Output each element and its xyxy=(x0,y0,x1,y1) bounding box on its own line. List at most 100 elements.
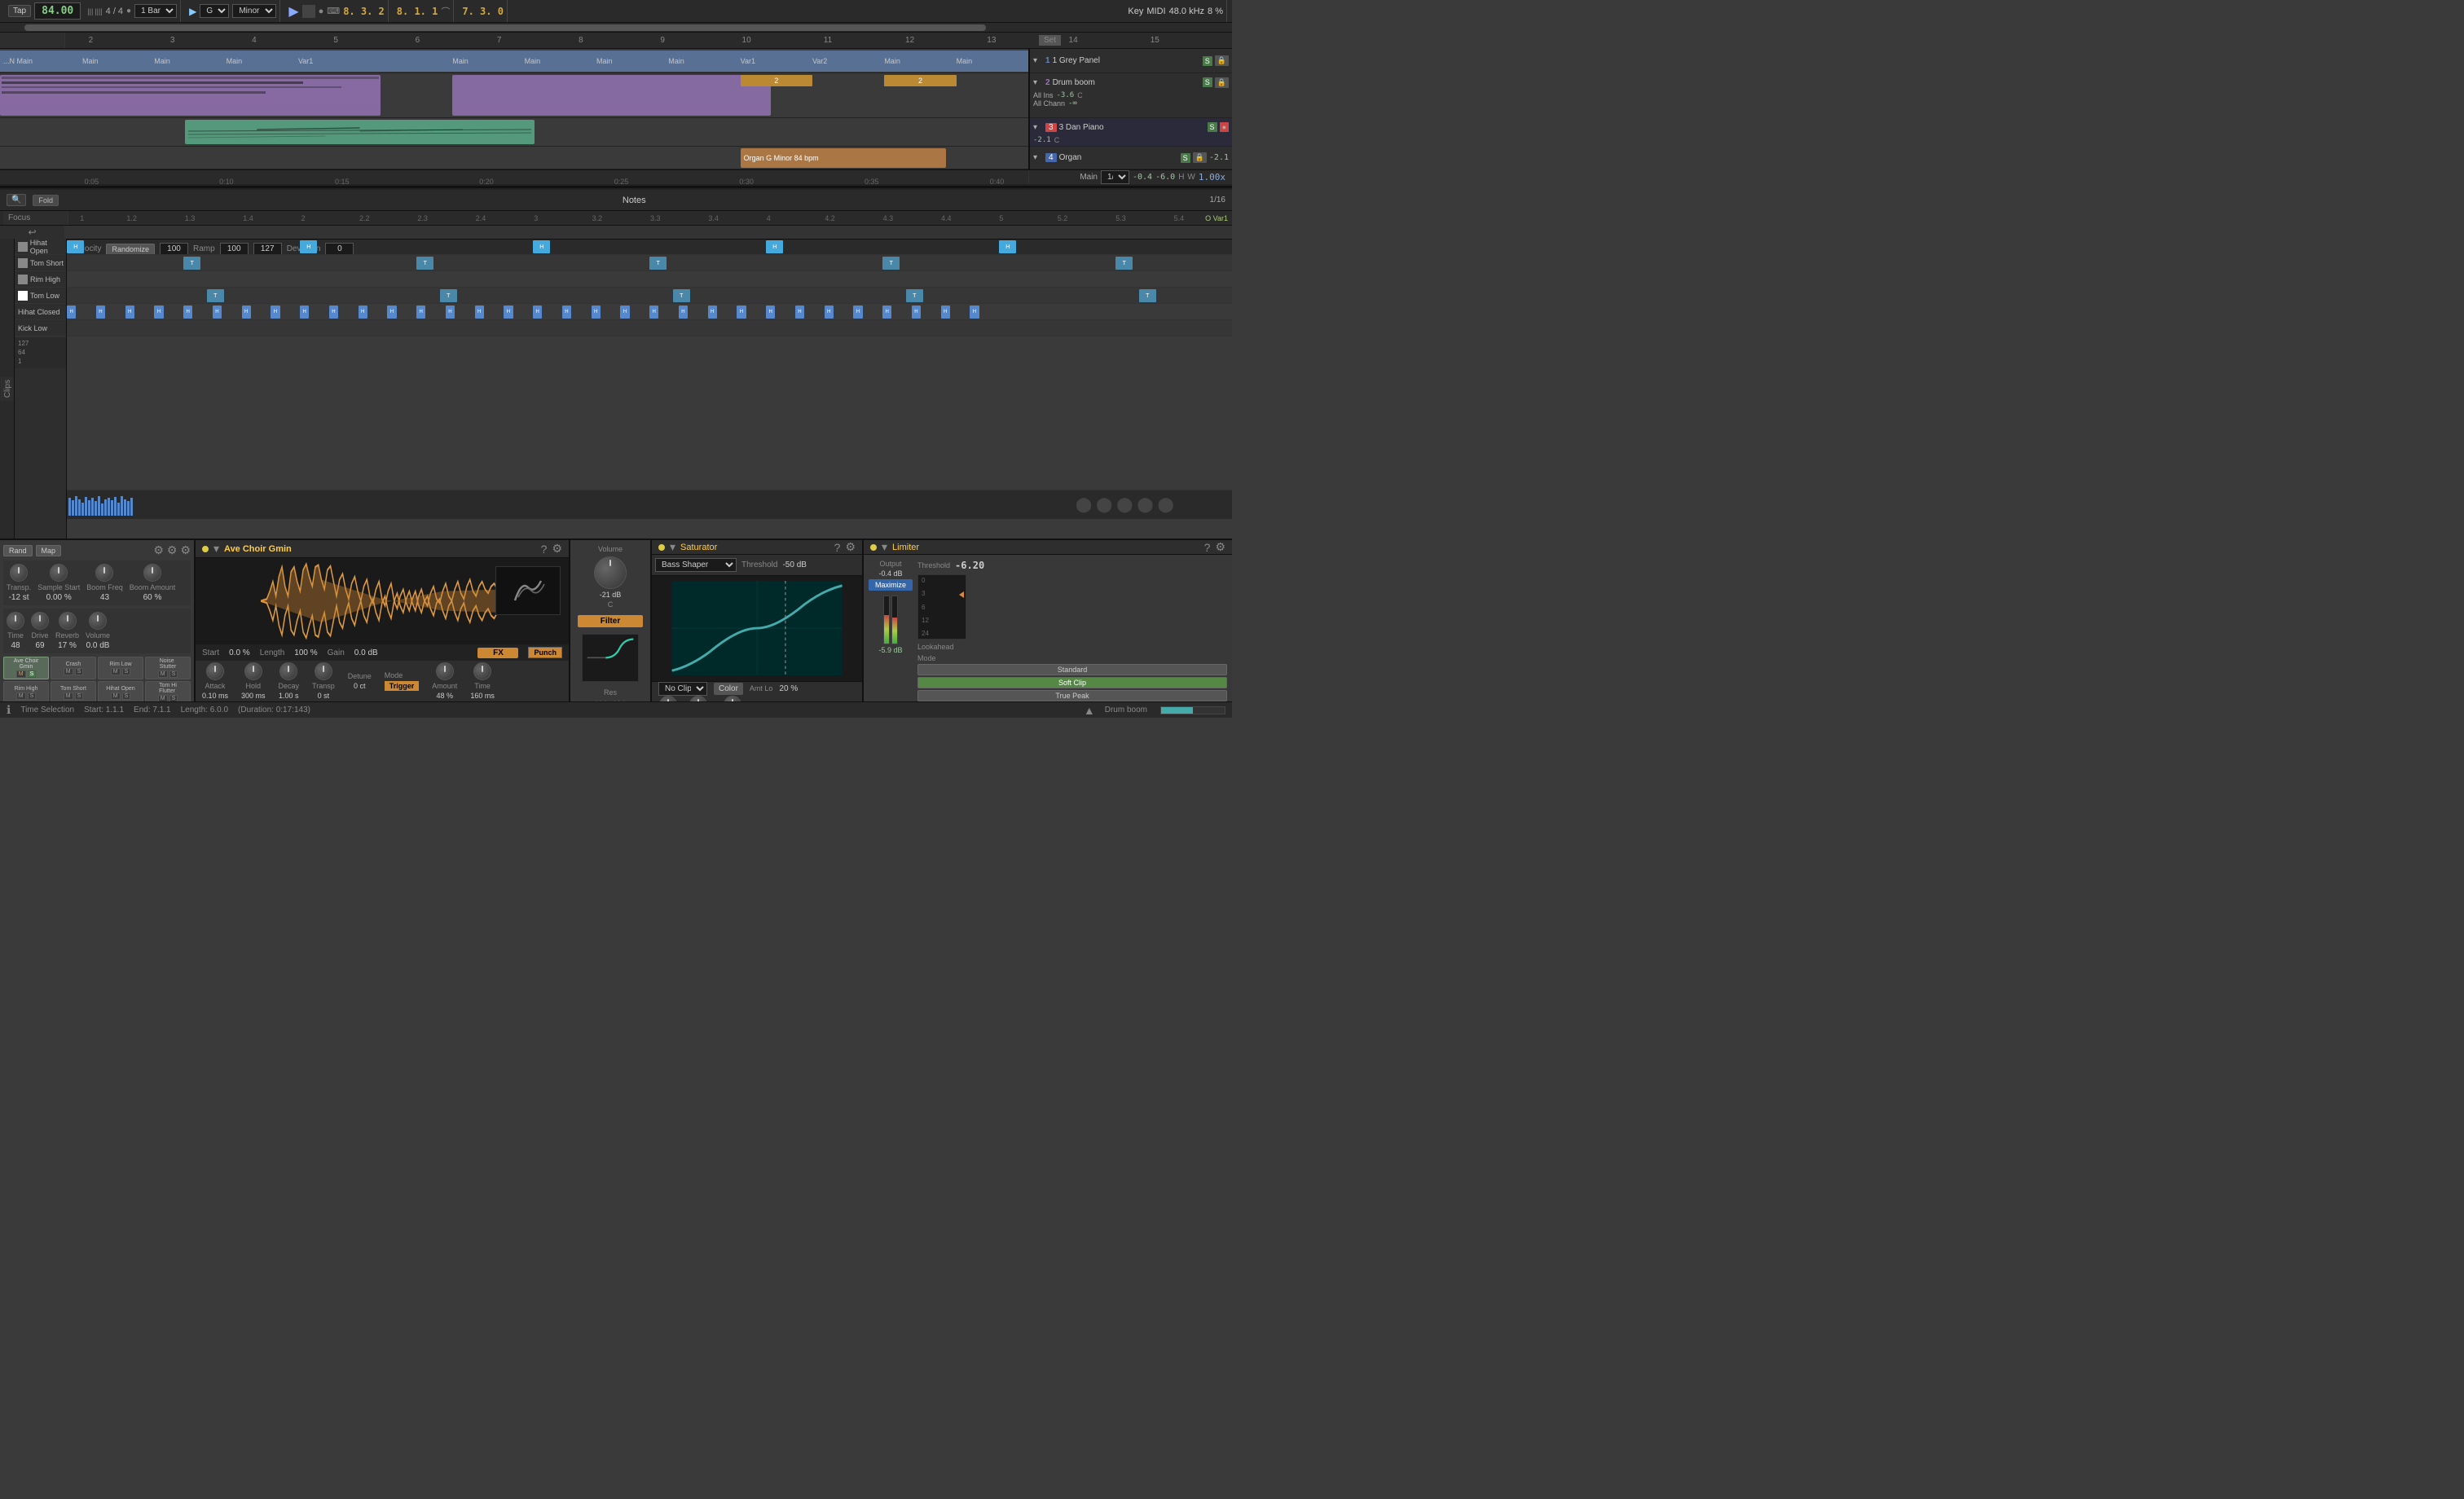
note[interactable]: T xyxy=(1139,289,1156,302)
boom-amount-knob[interactable] xyxy=(143,564,161,582)
magnify-btn[interactable]: 🔍 xyxy=(7,194,26,206)
pad-tomhi-flutter[interactable]: Tom HiFlutter M S xyxy=(145,681,191,701)
note[interactable]: H xyxy=(533,240,550,253)
note[interactable]: H xyxy=(67,306,76,319)
true-peak-button[interactable]: True Peak xyxy=(917,690,1227,701)
info-icon[interactable]: ℹ xyxy=(7,703,11,717)
track3-collapse[interactable]: ▾ xyxy=(1033,123,1043,132)
set-button[interactable]: Set xyxy=(1039,35,1061,46)
track3-rec[interactable]: ● xyxy=(1220,122,1229,132)
fold-button[interactable]: Fold xyxy=(33,195,59,206)
note[interactable]: H xyxy=(359,306,367,319)
pad-s-btn[interactable]: S xyxy=(169,670,178,678)
note[interactable]: T xyxy=(673,289,690,302)
note[interactable]: H xyxy=(679,306,688,319)
track1-collapse[interactable]: ▾ xyxy=(1033,56,1043,65)
note[interactable]: T xyxy=(882,257,900,270)
pad-rim-high[interactable]: Rim High M S xyxy=(3,681,49,701)
map-button[interactable]: Map xyxy=(36,545,62,556)
pad-crash[interactable]: Crash M S xyxy=(51,657,96,679)
bpm-display[interactable]: 84.00 xyxy=(34,2,81,20)
pad-s-btn[interactable]: S xyxy=(28,692,37,700)
boom-freq-knob[interactable] xyxy=(95,564,113,582)
note[interactable]: T xyxy=(1115,257,1133,270)
note[interactable]: H xyxy=(533,306,542,319)
note[interactable]: H xyxy=(329,306,338,319)
track4-solo[interactable]: S xyxy=(1181,153,1190,163)
tap-button[interactable]: Tap xyxy=(8,5,31,17)
pad-m-btn[interactable]: M xyxy=(16,692,26,700)
track3-solo[interactable]: S xyxy=(1208,122,1217,132)
simpler-expand[interactable]: ▾ xyxy=(213,542,219,556)
pad-m-btn[interactable]: M xyxy=(111,692,121,700)
mix-select[interactable]: 1/2 xyxy=(1101,170,1129,184)
amount-knob[interactable] xyxy=(436,662,454,680)
sat-question[interactable]: ? xyxy=(834,541,841,554)
pad-s-btn[interactable]: S xyxy=(122,668,131,675)
transp-knob[interactable] xyxy=(10,564,28,582)
mode-select[interactable]: Minor xyxy=(232,4,276,18)
tom-low-row[interactable]: T T T T T xyxy=(67,288,1232,304)
note[interactable]: H xyxy=(941,306,950,319)
note[interactable]: H xyxy=(300,240,317,253)
rand-button[interactable]: Rand xyxy=(3,545,33,556)
pad-m-btn[interactable]: M xyxy=(64,668,73,675)
pad-m-btn[interactable]: M xyxy=(111,668,121,675)
note[interactable]: T xyxy=(906,289,923,302)
note[interactable]: H xyxy=(504,306,513,319)
maximize-button[interactable]: Maximize xyxy=(869,579,913,591)
attack-knob[interactable] xyxy=(206,662,224,680)
time-knob[interactable] xyxy=(7,612,24,630)
hihat-closed-row[interactable]: H H H H H H H H H H H H H H H H H xyxy=(67,304,1232,320)
note[interactable]: T xyxy=(207,289,224,302)
simpler-gear[interactable]: ⚙ xyxy=(552,542,562,556)
pad-hihat-open[interactable]: Hihat Open M S xyxy=(98,681,143,701)
note[interactable]: H xyxy=(592,306,601,319)
volume-knob-macro[interactable] xyxy=(89,612,107,630)
note[interactable]: H xyxy=(96,306,105,319)
note[interactable]: H xyxy=(475,306,484,319)
reverb-knob[interactable] xyxy=(59,612,77,630)
note[interactable]: H xyxy=(766,240,783,253)
note[interactable]: H xyxy=(649,306,658,319)
rim-high-row[interactable] xyxy=(67,271,1232,288)
pad-m-btn[interactable]: M xyxy=(158,695,168,701)
pad-s-btn[interactable]: S xyxy=(122,692,131,700)
decay-knob[interactable] xyxy=(279,662,297,680)
key-select[interactable]: G xyxy=(200,4,229,18)
note[interactable]: H xyxy=(912,306,921,319)
lim-question[interactable]: ? xyxy=(1204,541,1211,554)
sat-drive-knob[interactable] xyxy=(659,696,677,701)
note[interactable]: T xyxy=(649,257,667,270)
drive-knob[interactable] xyxy=(31,612,49,630)
hold-knob[interactable] xyxy=(244,662,262,680)
filter-button[interactable]: Filter xyxy=(578,615,643,627)
pad-s-btn[interactable]: S xyxy=(28,670,37,678)
track2-mute[interactable]: 🔒 xyxy=(1215,77,1229,88)
note[interactable]: H xyxy=(242,306,251,319)
hihat-open-row[interactable]: H H H H H xyxy=(67,239,1232,255)
sat-drywet-knob[interactable] xyxy=(724,696,741,701)
lim-expand[interactable]: ▾ xyxy=(882,540,887,554)
tom-short-row[interactable]: T T T T T xyxy=(67,255,1232,271)
track4-collapse[interactable]: ▾ xyxy=(1033,153,1043,162)
note[interactable]: H xyxy=(271,306,279,319)
note[interactable]: H xyxy=(708,306,717,319)
focus-reset-btn[interactable]: ↩ xyxy=(28,226,36,238)
trigger-button[interactable]: Trigger xyxy=(385,681,420,691)
note[interactable]: H xyxy=(67,240,84,253)
note[interactable]: H xyxy=(882,306,891,319)
note[interactable]: T xyxy=(440,289,457,302)
note[interactable]: H xyxy=(213,306,222,319)
note[interactable]: H xyxy=(825,306,834,319)
sat-gear[interactable]: ⚙ xyxy=(845,540,856,554)
note[interactable]: H xyxy=(620,306,629,319)
note[interactable]: H xyxy=(562,306,571,319)
simpler-question[interactable]: ? xyxy=(541,543,548,556)
time-s-knob[interactable] xyxy=(473,662,491,680)
standard-button[interactable]: Standard xyxy=(917,664,1227,675)
pad-tom-short[interactable]: Tom Short M S xyxy=(51,681,96,701)
transp-s-knob[interactable] xyxy=(315,662,332,680)
note[interactable]: H xyxy=(795,306,804,319)
lim-gear[interactable]: ⚙ xyxy=(1215,540,1225,554)
